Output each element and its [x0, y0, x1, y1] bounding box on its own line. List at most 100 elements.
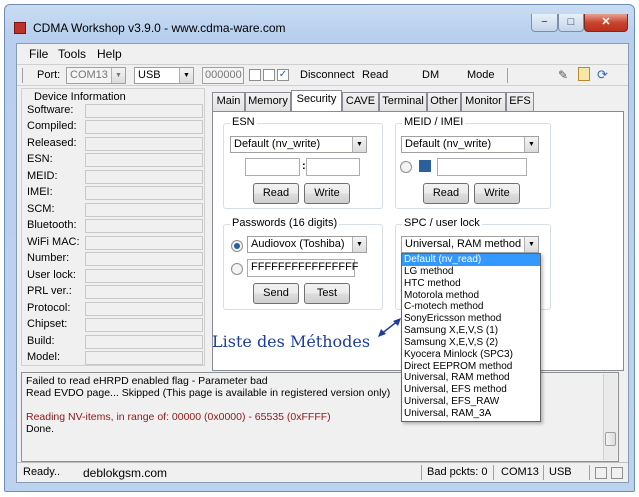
client-area: File Tools Help Port: COM13 ▼ USB ▼ 0000… [16, 43, 629, 483]
dropdown-option[interactable]: Universal, RAM method [402, 372, 540, 384]
esn-group-title: ESN [230, 116, 257, 128]
prl-ver-value [85, 285, 203, 299]
tab-terminal[interactable]: Terminal [379, 92, 427, 111]
spc-field[interactable]: 000000 [202, 67, 244, 84]
meid-method-select[interactable]: Default (nv_write) ▼ [401, 136, 539, 153]
dropdown-option[interactable]: C-motech method [402, 301, 540, 313]
port-label: Port: [37, 69, 61, 81]
dropdown-option[interactable]: Default (nv_read) [402, 254, 540, 266]
dropdown-option[interactable]: Direct EEPROM method [402, 361, 540, 373]
read-button[interactable]: Read [362, 69, 388, 81]
dropdown-option[interactable]: Samsung X,E,V,S (1) [402, 325, 540, 337]
esn-read-button[interactable]: Read [253, 183, 299, 204]
menu-help[interactable]: Help [97, 47, 122, 61]
dropdown-option[interactable]: Universal, EFS_RAW [402, 396, 540, 408]
esn-write-button[interactable]: Write [304, 183, 350, 204]
pin-icon[interactable]: ✎ [558, 68, 568, 82]
status-separator [589, 465, 590, 480]
tab-security[interactable]: Security [291, 90, 342, 111]
tab-efs[interactable]: EFS [506, 92, 534, 111]
option-checkbox-3[interactable]: ✓ [277, 69, 289, 81]
status-bar: Ready.. deblokgsm.com Bad pckts: 0 COM13… [17, 462, 628, 482]
dropdown-option[interactable]: Universal, RAM_3A [402, 408, 540, 420]
meid-checkbox[interactable] [419, 160, 431, 172]
title-bar: CDMA Workshop v3.9.0 - www.cdma-ware.com… [5, 5, 634, 43]
send-button[interactable]: Send [253, 283, 299, 304]
mode-button[interactable]: Mode [467, 69, 495, 81]
option-checkbox-1[interactable] [249, 69, 261, 81]
prl-ver-label: PRL ver.: [27, 285, 72, 297]
chevron-down-icon: ▼ [352, 237, 366, 252]
number-value [85, 252, 203, 266]
close-button[interactable]: ✕ [584, 14, 628, 32]
dropdown-option[interactable]: Motorola method [402, 290, 540, 302]
compiled-label: Compiled: [27, 120, 77, 132]
status-separator [543, 465, 544, 480]
status-indicator-1 [595, 467, 607, 479]
tab-main[interactable]: Main [212, 92, 245, 111]
password-input[interactable]: FFFFFFFFFFFFFFFF [247, 259, 359, 277]
dropdown-option[interactable]: Samsung X,E,V,S (2) [402, 337, 540, 349]
dm-button[interactable]: DM [422, 69, 439, 81]
minimize-button[interactable]: − [531, 14, 558, 32]
chevron-down-icon: ▼ [352, 137, 366, 152]
imei-value [85, 186, 203, 200]
tab-memory[interactable]: Memory [245, 92, 291, 111]
model-label: Model: [27, 351, 61, 363]
app-icon [14, 22, 26, 34]
esn-input-1[interactable] [245, 158, 300, 176]
menu-file[interactable]: File [29, 47, 48, 61]
status-ready: Ready.. [23, 466, 61, 478]
tab-monitor[interactable]: Monitor [461, 92, 506, 111]
meid-method-value: Default (nv_write) [405, 138, 492, 150]
scm-value [85, 203, 203, 217]
notepad-icon[interactable] [578, 67, 590, 81]
app-window: CDMA Workshop v3.9.0 - www.cdma-ware.com… [4, 4, 635, 492]
scrollbar-thumb[interactable] [605, 432, 616, 446]
menu-tools[interactable]: Tools [58, 47, 86, 61]
meid-input[interactable] [437, 158, 527, 176]
protocol-value [85, 302, 203, 316]
meid-read-button[interactable]: Read [423, 183, 469, 204]
protocol-label: Protocol: [27, 302, 71, 314]
disconnect-button[interactable]: Disconnect [300, 69, 354, 81]
build-value [85, 335, 203, 349]
refresh-icon[interactable]: ⟳ [597, 67, 608, 83]
connection-select[interactable]: USB ▼ [134, 67, 194, 84]
dropdown-option[interactable]: HTC method [402, 278, 540, 290]
spc-method-select[interactable]: Universal, RAM method ▼ [401, 236, 539, 253]
software-value [85, 104, 203, 118]
meid-value [85, 170, 203, 184]
dropdown-option[interactable]: LG method [402, 266, 540, 278]
released-value [85, 137, 203, 151]
status-bad-packets: Bad pckts: 0 [427, 466, 488, 478]
dropdown-option[interactable]: SonyEricsson method [402, 313, 540, 325]
meid-group-title: MEID / IMEI [402, 116, 466, 128]
esn-input-2[interactable] [306, 158, 360, 176]
passwords-custom-radio[interactable] [231, 263, 243, 275]
spc-group-title: SPC / user lock [402, 217, 482, 229]
build-label: Build: [27, 335, 55, 347]
passwords-method-select[interactable]: Audiovox (Toshiba) ▼ [247, 236, 367, 253]
meid-write-button[interactable]: Write [474, 183, 520, 204]
option-checkbox-2[interactable] [263, 69, 275, 81]
chevron-down-icon: ▼ [111, 68, 125, 83]
status-conn: USB [549, 466, 572, 478]
dropdown-option[interactable]: Universal, EFS method [402, 384, 540, 396]
test-button[interactable]: Test [304, 283, 350, 304]
passwords-method-radio[interactable] [231, 240, 243, 252]
meid-radio[interactable] [400, 161, 412, 173]
toolbar: Port: COM13 ▼ USB ▼ 000000 ✓ Disconnect … [17, 64, 628, 86]
log-scrollbar[interactable] [603, 374, 617, 460]
port-select[interactable]: COM13 ▼ [66, 67, 126, 84]
wifi-mac-value [85, 236, 203, 250]
esn-method-select[interactable]: Default (nv_write) ▼ [230, 136, 367, 153]
log-line-2: Read EVDO page... Skipped (This page is … [26, 387, 391, 399]
spc-method-value: Universal, RAM method [405, 238, 522, 250]
device-info-title: Device Information [34, 91, 126, 103]
dropdown-option[interactable]: Kyocera Minlock (SPC3) [402, 349, 540, 361]
maximize-button[interactable]: □ [558, 14, 584, 32]
spc-method-dropdown[interactable]: Default (nv_read) LG method HTC method M… [401, 253, 541, 422]
tab-cave[interactable]: CAVE [342, 92, 379, 111]
tab-other[interactable]: Other [427, 92, 461, 111]
